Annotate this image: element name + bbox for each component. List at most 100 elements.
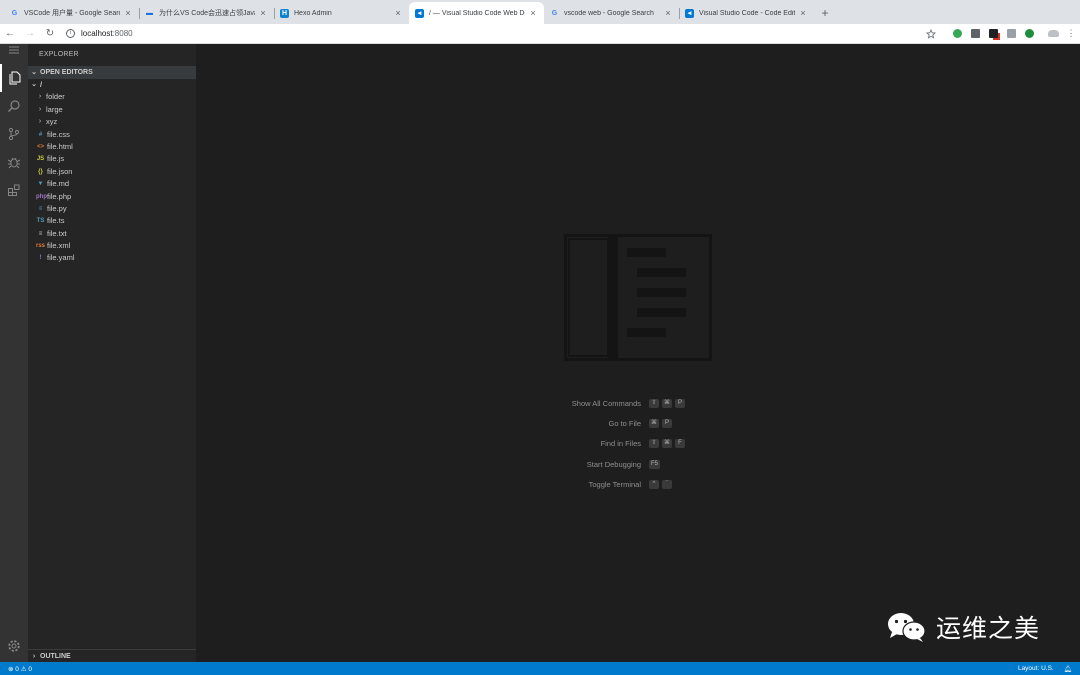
- close-icon[interactable]: ×: [123, 8, 133, 18]
- vscode-icon: ◂: [685, 8, 694, 18]
- browser-tab[interactable]: ◂ Visual Studio Code - Code Editing ×: [679, 2, 814, 24]
- folder-label: large: [46, 104, 63, 114]
- warning-count: 0: [28, 665, 32, 673]
- file-label: file.xml: [47, 241, 71, 251]
- browser-tab-title: Visual Studio Code - Code Editing: [699, 9, 795, 17]
- status-bar: ⊗ 0 ⚠ 0 Layout: U.S. 🔔︎: [0, 662, 1080, 675]
- text-icon: ≡: [38, 230, 43, 237]
- extensions-icon[interactable]: [0, 176, 28, 204]
- file-item[interactable]: php file.php: [28, 191, 196, 203]
- open-editors-header[interactable]: ⌄ OPEN EDITORS: [28, 66, 196, 79]
- close-icon[interactable]: ×: [663, 8, 673, 18]
- browser-toolbar: ← → ↻ i localhost:8080 ⋮: [0, 24, 1080, 44]
- source-control-icon[interactable]: [0, 120, 28, 148]
- xml-icon: rss: [36, 243, 46, 250]
- problems-indicator[interactable]: ⊗ 0 ⚠ 0: [8, 665, 1018, 673]
- file-item[interactable]: ≡ file.py: [28, 203, 196, 215]
- file-label: file.md: [47, 179, 70, 189]
- keycap: P: [675, 398, 685, 408]
- keycap: ^: [649, 479, 659, 489]
- css-icon: #: [38, 131, 43, 138]
- python-icon: ≡: [38, 205, 43, 212]
- shortcut-row: Toggle Terminal ^ `: [494, 474, 794, 494]
- extension-green-icon[interactable]: [948, 29, 966, 38]
- new-tab-button[interactable]: +: [816, 2, 834, 24]
- vscode-watermark-logo: [564, 234, 712, 367]
- file-item[interactable]: ≡ file.txt: [28, 228, 196, 240]
- shortcut-label: Find in Files: [600, 439, 641, 449]
- extension-translate-icon[interactable]: [1002, 29, 1020, 38]
- typescript-icon: TS: [36, 218, 45, 225]
- reload-icon[interactable]: ↻: [40, 28, 60, 39]
- shortcut-row: Go to File ⌘ P: [494, 413, 794, 433]
- browser-menu-icon[interactable]: ⋮: [1062, 28, 1080, 39]
- keyboard-layout[interactable]: Layout: U.S.: [1018, 665, 1054, 672]
- browser-tab[interactable]: H Hexo Admin ×: [274, 2, 409, 24]
- shortcut-label: Start Debugging: [586, 459, 641, 469]
- keycap: ⌘: [662, 439, 672, 449]
- extension-green-dot-icon[interactable]: [1020, 29, 1038, 38]
- hexo-icon: H: [280, 8, 289, 18]
- file-item[interactable]: rss file.xml: [28, 240, 196, 252]
- file-item[interactable]: ! file.yaml: [28, 252, 196, 264]
- forward-icon[interactable]: →: [20, 28, 40, 39]
- site-info-icon[interactable]: i: [66, 29, 75, 38]
- keycap: ⇧: [649, 439, 659, 449]
- file-item[interactable]: <> file.html: [28, 141, 196, 153]
- incognito-profile-icon[interactable]: [1044, 30, 1062, 37]
- workspace-root[interactable]: ⌄ /: [28, 79, 196, 91]
- keycap: ⌘: [662, 398, 672, 408]
- chevron-down-icon: ⌄: [31, 81, 37, 88]
- shortcut-label: Show All Commands: [571, 398, 641, 408]
- search-icon[interactable]: [0, 92, 28, 120]
- debug-icon[interactable]: [0, 148, 28, 176]
- close-icon[interactable]: ×: [798, 8, 808, 18]
- url-port: :8080: [112, 29, 133, 38]
- warning-icon: ⚠: [20, 665, 27, 673]
- shortcut-row: Find in Files ⇧ ⌘ F: [494, 434, 794, 454]
- address-bar[interactable]: i localhost:8080: [66, 26, 922, 42]
- file-item[interactable]: {} file.json: [28, 166, 196, 178]
- chevron-right-icon: ›: [32, 652, 36, 660]
- file-label: file.css: [47, 129, 70, 139]
- file-item[interactable]: TS file.ts: [28, 215, 196, 227]
- outline-header[interactable]: › OUTLINE: [28, 649, 196, 662]
- browser-tab[interactable]: ▬ 为什么VS Code会迅速占领JavaScript×: [139, 2, 274, 24]
- browser-tab-title: vscode web - Google Search: [564, 9, 654, 17]
- browser-tab-title: / — Visual Studio Code Web Dev: [429, 9, 525, 17]
- notification-bell-icon[interactable]: 🔔︎: [1064, 665, 1072, 673]
- extension-red-badge-icon[interactable]: [984, 29, 1002, 38]
- menu-icon[interactable]: [0, 40, 28, 60]
- vscode-icon: ◂: [415, 8, 424, 18]
- close-icon[interactable]: ×: [258, 8, 268, 18]
- browser-tab[interactable]: ◂ / — Visual Studio Code Web Dev ×: [409, 2, 544, 24]
- json-icon: {}: [38, 168, 43, 175]
- shortcut-row: Show All Commands ⇧ ⌘ P: [494, 393, 794, 413]
- file-item[interactable]: JS file.js: [28, 153, 196, 165]
- js-icon: JS: [36, 156, 45, 163]
- close-icon[interactable]: ×: [393, 8, 403, 18]
- keycap: ⇧: [649, 398, 659, 408]
- folder-item[interactable]: › large: [28, 104, 196, 116]
- file-item[interactable]: # file.css: [28, 129, 196, 141]
- close-icon[interactable]: ×: [528, 8, 538, 18]
- chevron-right-icon: ›: [38, 105, 42, 113]
- chevron-right-icon: ›: [38, 118, 42, 126]
- keycap: `: [662, 479, 672, 489]
- settings-gear-icon[interactable]: [0, 632, 28, 660]
- browser-tab[interactable]: G VSCode 用户量 - Google Search ×: [4, 2, 139, 24]
- explorer-icon[interactable]: [0, 64, 28, 92]
- folder-item[interactable]: › folder: [28, 91, 196, 103]
- keycap: ⌘: [649, 418, 659, 428]
- bookmark-star-icon[interactable]: [922, 28, 940, 39]
- browser-tab[interactable]: Gvscode web - Google Search ×: [544, 2, 679, 24]
- google-icon: G: [11, 9, 18, 17]
- file-label: file.py: [47, 203, 67, 213]
- shortcut-hints: Show All Commands ⇧ ⌘ P Go to File ⌘ P Find in …: [494, 393, 794, 494]
- back-icon[interactable]: ←: [0, 28, 20, 39]
- extension-qr-icon[interactable]: [966, 29, 984, 38]
- folder-item[interactable]: › xyz: [28, 116, 196, 128]
- folder-label: xyz: [46, 117, 58, 127]
- chevron-down-icon: ⌄: [31, 69, 37, 76]
- file-item[interactable]: ▼ file.md: [28, 178, 196, 190]
